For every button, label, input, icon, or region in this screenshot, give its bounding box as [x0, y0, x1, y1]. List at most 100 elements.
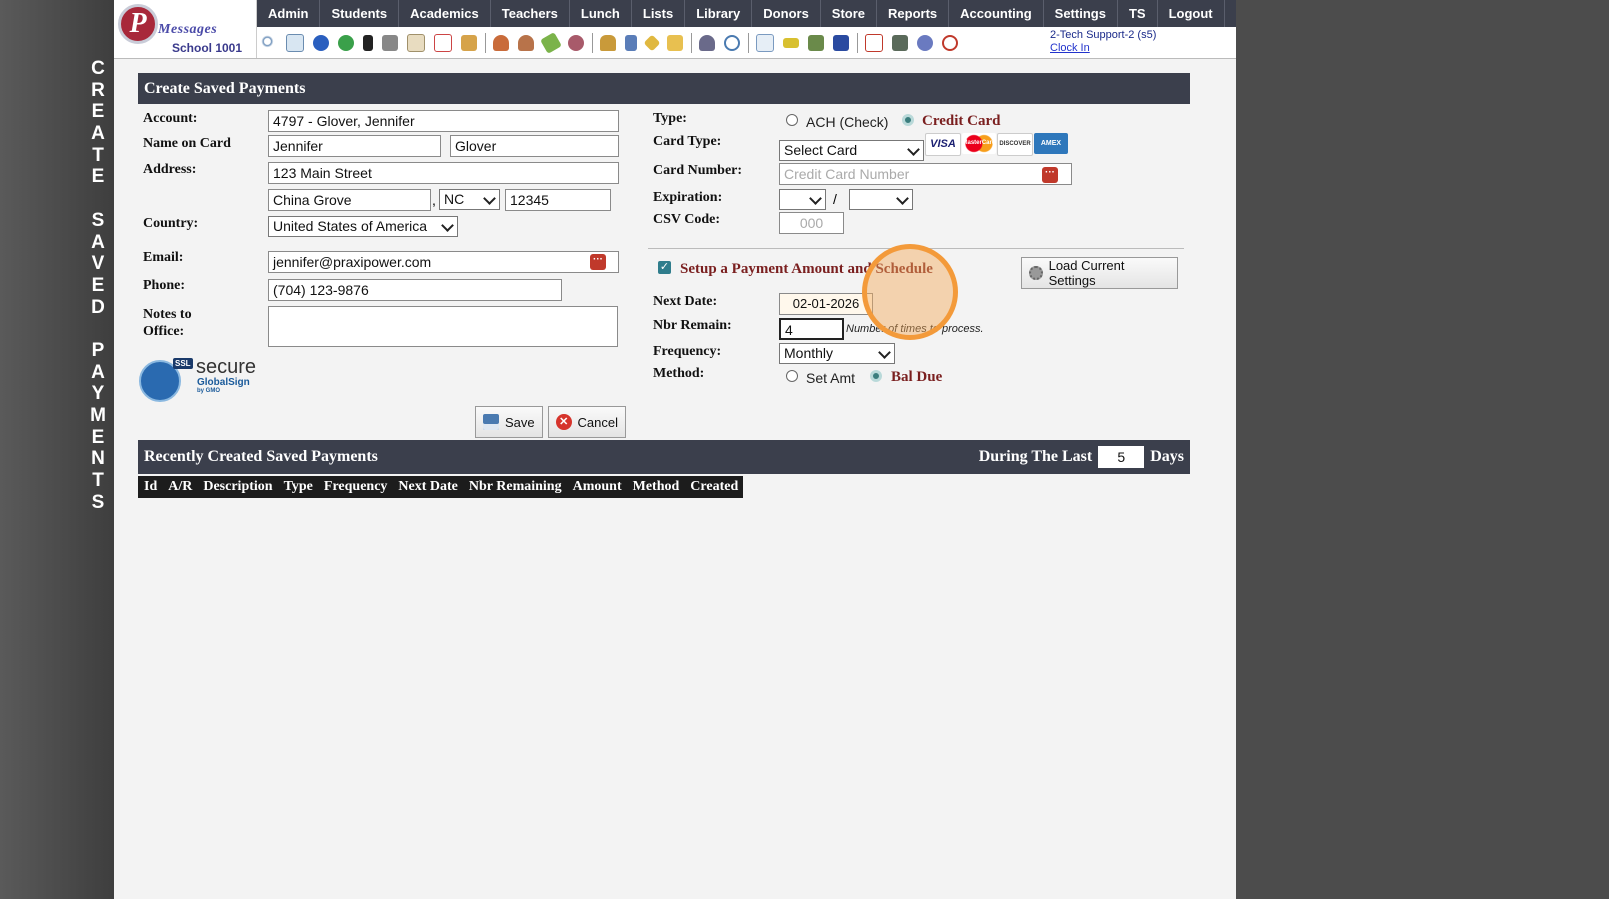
ssl-secure-badge: SSL secure GlobalSign by GMO — [139, 356, 269, 404]
country-select[interactable]: United States of America — [268, 216, 458, 237]
menu-item-admin[interactable]: Admin — [257, 0, 321, 27]
menu-item-academics[interactable]: Academics — [399, 0, 491, 27]
cancel-button[interactable]: ✕ Cancel — [548, 406, 626, 438]
vertical-title-letter: E — [91, 101, 105, 123]
column-header-method[interactable]: Method — [627, 476, 685, 498]
days-input[interactable]: 5 — [1098, 446, 1145, 468]
column-header-created[interactable]: Created — [684, 476, 743, 498]
account-field[interactable]: 4797 - Glover, Jennifer — [268, 110, 619, 132]
logo[interactable]: P Messages School 1001 — [114, 0, 257, 58]
chat-icon[interactable] — [338, 35, 354, 51]
speaker-icon[interactable] — [382, 35, 398, 51]
vertical-page-title: CREATE SAVED PAYMENTS — [86, 58, 110, 513]
register-icon[interactable] — [808, 35, 824, 51]
secure-text: secure — [196, 356, 257, 378]
zip-field[interactable]: 12345 — [505, 189, 611, 211]
email-lookup-icon[interactable]: ··· — [590, 254, 606, 270]
vertical-title-letter: A — [91, 361, 105, 383]
menu-item-accounting[interactable]: Accounting — [949, 0, 1044, 27]
card-type-select[interactable]: Select Card — [779, 140, 924, 161]
phone-icon[interactable] — [363, 35, 373, 51]
state-select[interactable]: NC — [439, 189, 500, 210]
amex-logo: AMEX — [1034, 133, 1068, 154]
save-button[interactable]: Save — [475, 406, 543, 438]
last-name-field[interactable]: Glover — [450, 135, 619, 157]
type-credit-radio[interactable] — [902, 114, 914, 126]
email-field[interactable]: jennifer@praxipower.com — [268, 251, 619, 273]
calendar-icon[interactable] — [434, 34, 452, 52]
column-header-amount[interactable]: Amount — [567, 476, 627, 498]
column-header-id[interactable]: Id — [138, 476, 162, 498]
setup-schedule-checkbox[interactable]: ✓ — [658, 261, 671, 274]
ap-icon[interactable] — [833, 35, 849, 51]
power-icon[interactable] — [942, 35, 958, 51]
frequency-select[interactable]: Monthly — [779, 343, 895, 364]
search-icon[interactable] — [261, 35, 277, 51]
notes-label: Notes to Office: — [143, 306, 192, 340]
lunch-icon[interactable] — [600, 35, 616, 51]
money-icon[interactable] — [892, 35, 908, 51]
card-lookup-icon[interactable]: ··· — [1042, 167, 1058, 183]
tag-icon[interactable] — [643, 34, 661, 52]
csv-code-field[interactable]: 000 — [779, 212, 844, 234]
folder-icon[interactable] — [667, 35, 683, 51]
student-icon[interactable] — [493, 35, 509, 51]
card-number-field[interactable]: Credit Card Number — [779, 163, 1072, 185]
menu-item-lists[interactable]: Lists — [632, 0, 686, 27]
country-value: United States of America — [273, 218, 428, 234]
column-header-description[interactable]: Description — [197, 476, 277, 498]
grid-icon[interactable] — [286, 34, 304, 52]
menu-item-students[interactable]: Students — [320, 0, 400, 27]
menu-item-donors[interactable]: Donors — [752, 0, 821, 27]
column-header-nbr-remaining[interactable]: Nbr Remaining — [463, 476, 567, 498]
nbr-remaining-field[interactable]: 4 — [779, 318, 844, 340]
city-field[interactable]: China Grove — [268, 189, 431, 211]
clock-in-link[interactable]: Clock In — [1050, 42, 1156, 55]
menu-item-settings[interactable]: Settings — [1044, 0, 1118, 27]
clock-icon[interactable] — [724, 35, 740, 51]
megaphone-icon[interactable] — [461, 35, 477, 51]
menu-item-reports[interactable]: Reports — [877, 0, 950, 27]
method-bal-due-radio[interactable] — [870, 370, 882, 382]
notes-textarea[interactable] — [268, 306, 618, 347]
notes-label-line1: Notes to — [143, 307, 192, 322]
chevron-down-icon — [483, 192, 496, 205]
vertical-title-letter: E — [91, 166, 105, 188]
floppy-disk-icon — [483, 414, 499, 430]
column-header-frequency[interactable]: Frequency — [318, 476, 393, 498]
parents-icon[interactable] — [568, 35, 584, 51]
menu-item-library[interactable]: Library — [685, 0, 753, 27]
type-ach-radio[interactable] — [786, 114, 798, 126]
help-icon[interactable] — [917, 35, 933, 51]
days-label: Days — [1150, 448, 1184, 465]
column-header-type[interactable]: Type — [278, 476, 318, 498]
column-header-a-r[interactable]: A/R — [162, 476, 197, 498]
menu-item-lunch[interactable]: Lunch — [570, 0, 632, 27]
column-header-next-date[interactable]: Next Date — [392, 476, 462, 498]
news-icon[interactable] — [407, 34, 425, 52]
next-date-field[interactable]: 02-01-2026 — [779, 293, 873, 315]
email-at-icon[interactable] — [313, 35, 329, 51]
user-icon[interactable] — [699, 35, 715, 51]
card-icon[interactable] — [783, 38, 799, 48]
expiration-month-select[interactable] — [779, 189, 826, 210]
method-set-amt-radio[interactable] — [786, 370, 798, 382]
phone-field[interactable]: (704) 123-9876 — [268, 279, 562, 301]
pencil-icon[interactable] — [540, 32, 562, 54]
spreadsheet-icon[interactable] — [756, 34, 774, 52]
menu-item-ts[interactable]: TS — [1118, 0, 1158, 27]
first-name-field[interactable]: Jennifer — [268, 135, 441, 157]
menu-item-store[interactable]: Store — [821, 0, 878, 27]
load-current-settings-button[interactable]: Load Current Settings — [1021, 257, 1178, 289]
vertical-title-letter — [86, 318, 110, 340]
street-field[interactable]: 123 Main Street — [268, 162, 619, 184]
discover-logo: DISCOVER — [997, 133, 1033, 156]
teacher-icon[interactable] — [518, 35, 534, 51]
expiration-year-select[interactable] — [849, 189, 913, 210]
vertical-title-letter — [86, 188, 110, 210]
support-user: 2-Tech Support-2 (s5) — [1050, 29, 1157, 41]
pdf-icon[interactable] — [865, 34, 883, 52]
menu-item-logout[interactable]: Logout — [1158, 0, 1225, 27]
book-icon[interactable] — [625, 35, 637, 51]
menu-item-teachers[interactable]: Teachers — [491, 0, 570, 27]
